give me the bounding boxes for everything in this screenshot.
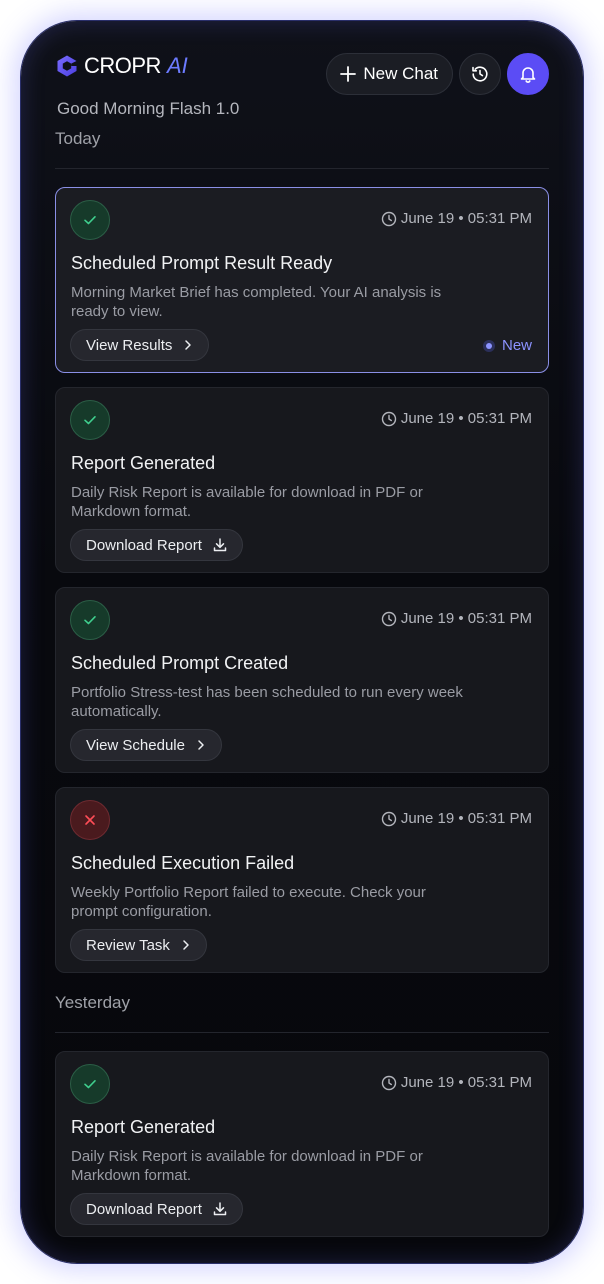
notification-title: Report Generated	[71, 453, 216, 473]
notifications-screen: CROPR AI Good Morning Flash 1.0 New Chat	[21, 21, 583, 1263]
check-icon	[84, 416, 96, 425]
chevron-right-icon	[183, 940, 189, 950]
bell-icon	[520, 67, 536, 83]
notification-description: Portfolio Stress-test has been scheduled…	[71, 684, 463, 720]
success-status	[70, 400, 110, 440]
check-icon	[84, 216, 96, 225]
notification-title: Scheduled Execution Failed	[71, 853, 295, 873]
history-icon	[472, 66, 488, 82]
brand-ai: AI	[166, 53, 188, 78]
cropr-logo-icon	[57, 55, 77, 77]
notification-card[interactable]: June 19 • 05:31 PM Scheduled Prompt Resu…	[55, 187, 549, 373]
notification-time-text: June 19 • 05:31 PM	[400, 610, 532, 627]
notification-time-text: June 19 • 05:31 PM	[400, 410, 532, 427]
action-label: Review Task	[86, 936, 170, 954]
notification-time-text: June 19 • 05:31 PM	[400, 810, 532, 827]
chevron-right-icon	[185, 340, 192, 350]
new-badge-label: New	[501, 337, 532, 354]
review-task-button[interactable]: Review Task	[70, 929, 207, 961]
notification-description: Morning Market Brief has completed. Your…	[71, 284, 442, 320]
notification-time: June 19 • 05:31 PM	[381, 810, 532, 827]
clock-icon	[381, 1075, 397, 1090]
action-label: Download Report	[86, 1200, 202, 1218]
check-icon	[84, 1080, 96, 1089]
header-actions: New Chat	[326, 53, 549, 95]
section-label-today: Today	[55, 129, 101, 148]
notification-card[interactable]: June 19 • 05:31 PM Scheduled Execution F…	[55, 787, 549, 973]
section-label-yesterday: Yesterday	[55, 993, 130, 1012]
notification-card[interactable]: June 19 • 05:31 PM Report Generated Dail…	[55, 387, 549, 573]
close-icon	[85, 815, 95, 825]
notification-card[interactable]: June 19 • 05:31 PM Scheduled Prompt Crea…	[55, 587, 549, 773]
view-schedule-button[interactable]: View Schedule	[70, 729, 222, 761]
notification-description: Daily Risk Report is available for downl…	[71, 484, 423, 520]
error-status	[70, 800, 110, 840]
notification-description: Weekly Portfolio Report failed to execut…	[71, 884, 426, 920]
action-label: Download Report	[86, 536, 202, 554]
greeting-subtitle: Good Morning Flash 1.0	[57, 99, 240, 118]
notification-time: June 19 • 05:31 PM	[381, 1074, 532, 1091]
clock-icon	[381, 811, 397, 826]
clock-icon	[381, 611, 397, 626]
chevron-right-icon	[198, 740, 204, 750]
clock-icon	[381, 211, 397, 226]
download-report-button[interactable]: Download Report	[70, 529, 243, 561]
success-status	[70, 200, 110, 240]
new-badge: New	[482, 337, 532, 354]
clock-icon	[381, 411, 397, 426]
brand-name: CROPR	[84, 53, 161, 78]
action-label: View Results	[86, 336, 173, 354]
download-report-button[interactable]: Download Report	[70, 1193, 243, 1225]
notification-time: June 19 • 05:31 PM	[381, 210, 532, 227]
history-button[interactable]	[459, 53, 501, 95]
notification-title: Report Generated	[71, 1117, 216, 1137]
plus-icon	[340, 66, 357, 82]
new-chat-label: New Chat	[363, 64, 438, 83]
view-results-button[interactable]: View Results	[70, 329, 210, 361]
success-status	[70, 600, 110, 640]
header: CROPR AI Good Morning Flash 1.0 New Chat	[55, 51, 549, 123]
action-label: View Schedule	[86, 736, 185, 754]
new-chat-button[interactable]: New Chat	[326, 53, 453, 95]
notification-title: Scheduled Prompt Result Ready	[71, 253, 333, 273]
notification-time: June 19 • 05:31 PM	[381, 610, 532, 627]
notification-time-text: June 19 • 05:31 PM	[400, 1074, 532, 1091]
section-divider	[55, 168, 549, 169]
new-dot-icon	[482, 339, 495, 352]
check-icon	[84, 616, 96, 625]
notification-description: Daily Risk Report is available for downl…	[71, 1148, 423, 1184]
download-icon	[213, 538, 227, 552]
success-status	[70, 1064, 110, 1104]
section-divider	[55, 1032, 549, 1033]
download-icon	[213, 1202, 227, 1216]
notification-card[interactable]: June 19 • 05:31 PM Report Generated Dail…	[55, 1051, 549, 1237]
notification-title: Scheduled Prompt Created	[71, 653, 289, 673]
notifications-button[interactable]	[507, 53, 549, 95]
brand-logo: CROPR AI	[55, 53, 188, 79]
notification-time-text: June 19 • 05:31 PM	[400, 210, 532, 227]
notification-time: June 19 • 05:31 PM	[381, 410, 532, 427]
